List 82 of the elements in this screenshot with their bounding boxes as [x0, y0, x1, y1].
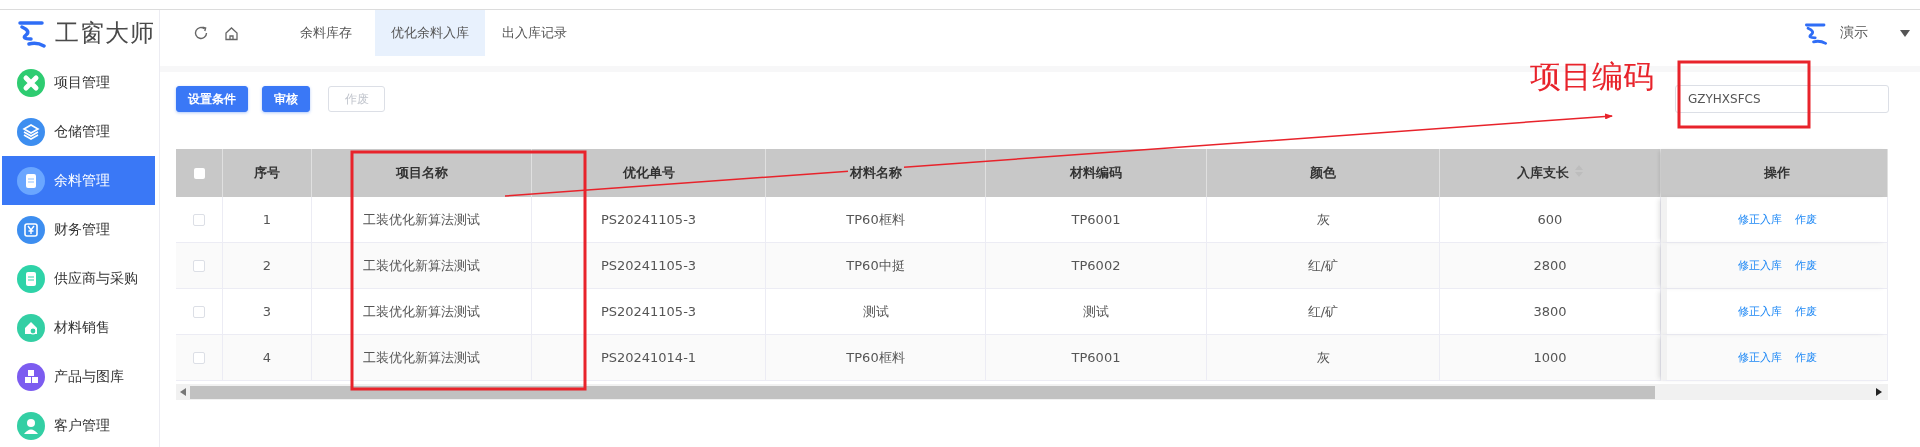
sidebar-item[interactable]: 仓储管理 [2, 107, 155, 156]
search-field[interactable]: GZYHXSFCS [1675, 85, 1889, 113]
table-cell: 灰 [1316, 210, 1330, 229]
column-header: 序号 [252, 164, 282, 182]
caret-icon[interactable] [1900, 29, 1910, 37]
table-cell: 2 [262, 258, 272, 273]
toolbar-button[interactable]: 设置条件 [176, 86, 248, 112]
table-cell: TP6002 [1071, 258, 1121, 273]
yuan-icon [17, 215, 45, 244]
table-cell: PS20241105-3 [600, 258, 697, 273]
action-link[interactable]: 作废 [1794, 212, 1817, 227]
nav-tab[interactable]: 优化余料入库 [375, 10, 485, 56]
column-header: 操作 [1762, 164, 1792, 182]
refresh-icon[interactable] [193, 25, 209, 41]
table-cell: TP60中挺 [846, 256, 905, 275]
nav-tab[interactable]: 出入库记录 [485, 10, 584, 56]
table-cell: 1 [262, 212, 272, 227]
scroll-left-icon[interactable] [180, 388, 186, 396]
checkbox[interactable] [193, 213, 205, 226]
table-cell: 600 [1537, 212, 1563, 227]
column-header: 优化单号 [620, 164, 677, 182]
checkbox[interactable] [193, 351, 205, 364]
toolbar-button[interactable]: 审核 [262, 86, 310, 112]
table-cell: TP6001 [1071, 212, 1121, 227]
table-cell: TP6001 [1071, 350, 1121, 365]
table-cell: 工装优化新算法测试 [363, 210, 480, 229]
home-icon[interactable] [224, 25, 239, 41]
user-name[interactable]: 演示 [1840, 24, 1868, 42]
sidebar-item[interactable]: 材料销售 [2, 303, 155, 352]
action-link[interactable]: 修正入库 [1737, 258, 1782, 273]
clipboard-icon [17, 264, 45, 293]
action-link[interactable]: 作废 [1794, 258, 1817, 273]
table-cell: 4 [262, 350, 272, 365]
table-cell: 工装优化新算法测试 [363, 256, 480, 275]
table-cell: PS20241014-1 [600, 350, 697, 365]
table-cell: 测试 [862, 302, 889, 321]
scroll-right-icon[interactable] [1876, 388, 1882, 396]
layers-icon [17, 117, 45, 146]
logo-icon [17, 18, 47, 48]
table-cell: PS20241105-3 [600, 212, 697, 227]
action-link[interactable]: 修正入库 [1737, 304, 1782, 319]
table-cell: 红/矿 [1307, 302, 1339, 321]
boxes-icon [17, 362, 45, 391]
action-link[interactable]: 作废 [1794, 304, 1817, 319]
table-cell: 测试 [1083, 302, 1109, 321]
sidebar-item[interactable]: 项目管理 [2, 58, 155, 107]
column-header: 颜色 [1308, 164, 1338, 182]
cross-icon [17, 68, 45, 97]
sidebar-item[interactable]: 供应商与采购 [2, 254, 155, 303]
sidebar-item[interactable]: 产品与图库 [2, 352, 155, 401]
logo-icon [1804, 21, 1828, 45]
table-cell: 2800 [1533, 258, 1567, 273]
person-icon [17, 411, 45, 440]
column-header[interactable]: 入库支长 [1515, 164, 1585, 182]
table-cell: 工装优化新算法测试 [363, 302, 480, 321]
column-header: 材料编码 [1068, 164, 1124, 182]
table-cell: TP60框料 [846, 210, 905, 229]
house-icon [17, 313, 45, 342]
checkbox[interactable] [193, 259, 205, 272]
table-cell: 红/矿 [1307, 256, 1339, 275]
table-cell: 工装优化新算法测试 [363, 348, 480, 367]
clipboard-icon [17, 166, 45, 195]
sidebar-item[interactable]: 余料管理 [2, 156, 155, 205]
table-cell: 3800 [1533, 304, 1567, 319]
scrollbar-thumb[interactable] [190, 385, 1655, 399]
action-link[interactable]: 作废 [1794, 350, 1817, 365]
column-header: 项目名称 [393, 164, 450, 182]
checkbox[interactable] [193, 167, 205, 179]
table-cell: TP60框料 [846, 348, 905, 367]
annotation-label: 项目编码 [1530, 57, 1654, 96]
action-link[interactable]: 修正入库 [1737, 212, 1782, 227]
table-cell: PS20241105-3 [600, 304, 697, 319]
brand-name: 工窗大师 [55, 18, 155, 49]
nav-tab[interactable]: 余料库存 [276, 10, 375, 56]
action-link[interactable]: 修正入库 [1737, 350, 1782, 365]
column-header: 材料名称 [847, 164, 904, 182]
table-cell: 灰 [1316, 348, 1330, 367]
sidebar-item[interactable]: 财务管理 [2, 205, 155, 254]
checkbox[interactable] [193, 305, 205, 318]
table-cell: 3 [262, 304, 272, 319]
table-cell: 1000 [1533, 350, 1567, 365]
sidebar-item[interactable]: 客户管理 [2, 401, 155, 447]
